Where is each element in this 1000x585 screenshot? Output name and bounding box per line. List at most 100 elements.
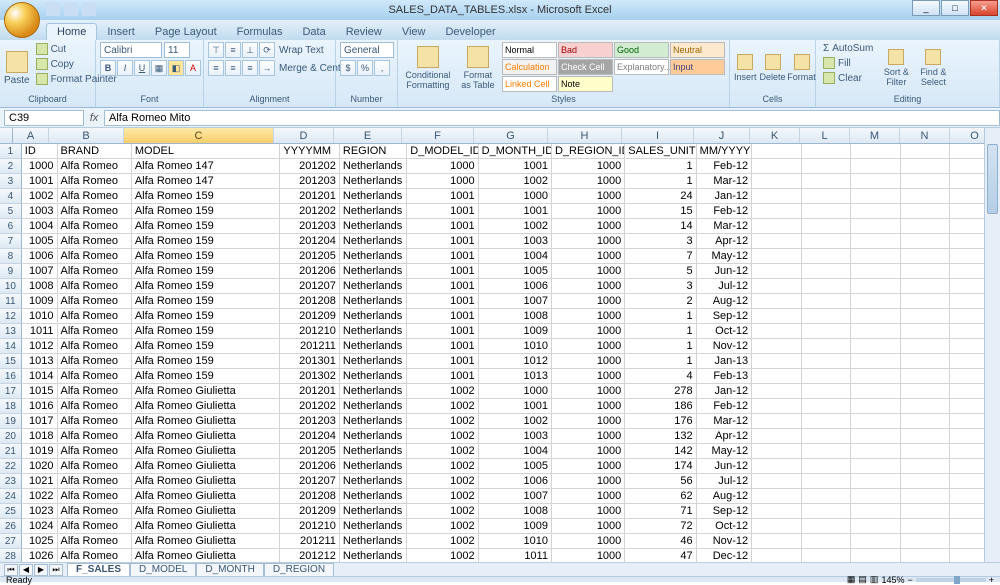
- row-header[interactable]: 3: [0, 174, 22, 189]
- scroll-thumb[interactable]: [987, 144, 998, 214]
- cell[interactable]: 1001: [407, 219, 478, 234]
- cell[interactable]: 1001: [407, 294, 478, 309]
- cell[interactable]: 1024: [22, 519, 58, 534]
- cell[interactable]: May-12: [697, 444, 753, 459]
- cell[interactable]: [802, 354, 852, 369]
- grid-rows[interactable]: 1IDBRANDMODELYYYYMMREGIOND_MODEL_IDD_MON…: [0, 144, 1000, 562]
- cell[interactable]: [752, 159, 802, 174]
- row-header[interactable]: 12: [0, 309, 22, 324]
- sheet-tab-d_month[interactable]: D_MONTH: [196, 563, 263, 577]
- column-header-D[interactable]: D: [274, 128, 334, 143]
- cell[interactable]: [752, 174, 802, 189]
- cell[interactable]: 1007: [479, 294, 552, 309]
- cell[interactable]: Feb-12: [697, 399, 753, 414]
- cell[interactable]: Alfa Romeo Giulietta: [132, 489, 281, 504]
- cell[interactable]: 1001: [407, 324, 478, 339]
- cell[interactable]: 201207: [280, 279, 339, 294]
- cell[interactable]: 1005: [22, 234, 58, 249]
- cell[interactable]: [901, 399, 951, 414]
- cell[interactable]: 1001: [407, 189, 478, 204]
- cell[interactable]: Netherlands: [340, 519, 407, 534]
- cell[interactable]: Netherlands: [340, 369, 407, 384]
- cell[interactable]: 1000: [552, 384, 625, 399]
- cell[interactable]: [802, 264, 852, 279]
- cell[interactable]: [752, 549, 802, 562]
- cell[interactable]: [851, 144, 901, 159]
- cell[interactable]: 1004: [22, 219, 58, 234]
- cell[interactable]: Alfa Romeo: [58, 234, 132, 249]
- cell[interactable]: 1003: [22, 204, 58, 219]
- cell[interactable]: Alfa Romeo 147: [132, 159, 281, 174]
- cell[interactable]: [851, 549, 901, 562]
- cell[interactable]: 1006: [22, 249, 58, 264]
- cell[interactable]: 132: [625, 429, 696, 444]
- cell[interactable]: Jan-13: [697, 354, 753, 369]
- cell[interactable]: Sep-12: [697, 309, 753, 324]
- cell[interactable]: [802, 324, 852, 339]
- cell[interactable]: [901, 534, 951, 549]
- column-header-K[interactable]: K: [750, 128, 800, 143]
- cell[interactable]: 1: [625, 354, 696, 369]
- cell[interactable]: 71: [625, 504, 696, 519]
- cell[interactable]: Jul-12: [697, 279, 753, 294]
- cell[interactable]: Alfa Romeo Giulietta: [132, 519, 281, 534]
- cell[interactable]: 1001: [407, 279, 478, 294]
- cell[interactable]: [901, 369, 951, 384]
- fx-icon[interactable]: fx: [84, 112, 104, 124]
- cell[interactable]: 1000: [552, 459, 625, 474]
- cell[interactable]: [851, 339, 901, 354]
- cell[interactable]: 1009: [22, 294, 58, 309]
- cell[interactable]: [851, 189, 901, 204]
- cell[interactable]: 1011: [479, 549, 552, 562]
- cell[interactable]: 1001: [407, 339, 478, 354]
- cell[interactable]: Alfa Romeo: [58, 279, 132, 294]
- cell[interactable]: 4: [625, 369, 696, 384]
- cell[interactable]: 1001: [407, 354, 478, 369]
- cell[interactable]: Netherlands: [340, 489, 407, 504]
- cell[interactable]: 278: [625, 384, 696, 399]
- row-header[interactable]: 28: [0, 549, 22, 562]
- cell[interactable]: 47: [625, 549, 696, 562]
- cell[interactable]: 201207: [280, 474, 339, 489]
- cell[interactable]: [851, 474, 901, 489]
- cell[interactable]: 1012: [22, 339, 58, 354]
- cell[interactable]: Netherlands: [340, 204, 407, 219]
- style-normal[interactable]: Normal: [502, 42, 557, 58]
- row-header[interactable]: 9: [0, 264, 22, 279]
- cell[interactable]: 1008: [479, 309, 552, 324]
- save-icon[interactable]: [46, 2, 60, 16]
- cell[interactable]: 201206: [280, 459, 339, 474]
- column-header-F[interactable]: F: [402, 128, 474, 143]
- cell[interactable]: 201202: [280, 399, 339, 414]
- cell[interactable]: [851, 264, 901, 279]
- cell[interactable]: [752, 264, 802, 279]
- cell[interactable]: 1000: [552, 294, 625, 309]
- cell[interactable]: Oct-12: [697, 519, 753, 534]
- cell[interactable]: Netherlands: [340, 384, 407, 399]
- cell[interactable]: Alfa Romeo: [58, 414, 132, 429]
- zoom-level[interactable]: 145%: [881, 575, 904, 585]
- cell[interactable]: [851, 369, 901, 384]
- zoom-thumb[interactable]: [954, 576, 960, 584]
- cell[interactable]: Apr-12: [697, 234, 753, 249]
- row-header[interactable]: 2: [0, 159, 22, 174]
- cell[interactable]: 1010: [22, 309, 58, 324]
- cell[interactable]: 1022: [22, 489, 58, 504]
- cell[interactable]: 201209: [280, 309, 339, 324]
- cell[interactable]: 1002: [479, 414, 552, 429]
- style-explanatory-[interactable]: Explanatory...: [614, 59, 669, 75]
- bold-button[interactable]: B: [100, 60, 116, 76]
- cell[interactable]: 1000: [552, 399, 625, 414]
- cell[interactable]: Alfa Romeo 159: [132, 339, 281, 354]
- cell[interactable]: 1000: [552, 339, 625, 354]
- cell[interactable]: MODEL: [132, 144, 281, 159]
- cell[interactable]: 56: [625, 474, 696, 489]
- cell[interactable]: REGION: [340, 144, 407, 159]
- cell[interactable]: 1002: [407, 399, 478, 414]
- row-header[interactable]: 23: [0, 474, 22, 489]
- cell[interactable]: Alfa Romeo: [58, 549, 132, 562]
- cell[interactable]: [901, 549, 951, 562]
- cell[interactable]: 1019: [22, 444, 58, 459]
- cell[interactable]: 1001: [22, 174, 58, 189]
- cell[interactable]: 1018: [22, 429, 58, 444]
